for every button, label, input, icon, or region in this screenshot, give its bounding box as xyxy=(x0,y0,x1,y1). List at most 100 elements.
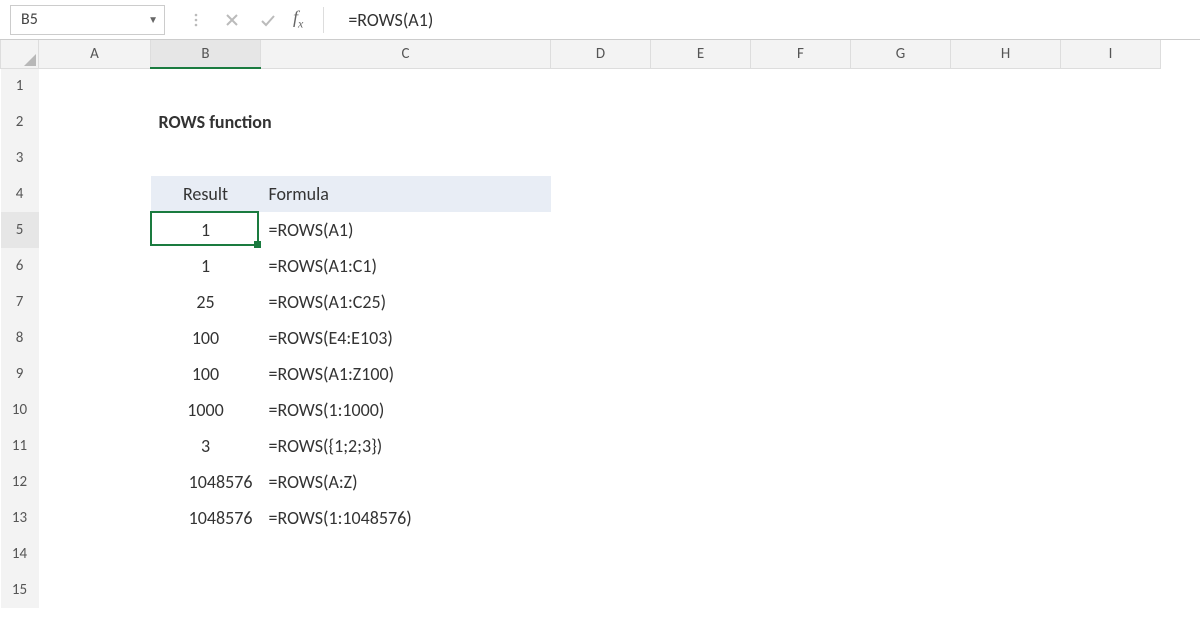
cell[interactable] xyxy=(951,536,1061,572)
cell[interactable] xyxy=(551,572,651,608)
cell[interactable] xyxy=(951,464,1061,500)
cell-C7[interactable]: =ROWS(A1:C25) xyxy=(261,284,551,320)
cell[interactable] xyxy=(551,500,651,536)
name-box[interactable]: B5 ▼ xyxy=(10,5,165,35)
cell[interactable] xyxy=(151,572,261,608)
cell-B6[interactable]: 1 xyxy=(151,248,261,284)
cell[interactable] xyxy=(651,464,751,500)
cell[interactable] xyxy=(1061,392,1161,428)
cell[interactable] xyxy=(1061,140,1161,176)
cell[interactable] xyxy=(851,464,951,500)
cell[interactable] xyxy=(951,140,1061,176)
cell-C6[interactable]: =ROWS(A1:C1) xyxy=(261,248,551,284)
cancel-icon[interactable] xyxy=(221,9,243,31)
cell[interactable] xyxy=(551,212,651,248)
enter-icon[interactable] xyxy=(257,9,279,31)
cell[interactable] xyxy=(261,68,551,104)
cell[interactable] xyxy=(151,536,261,572)
row-header[interactable]: 12 xyxy=(1,464,39,500)
cell[interactable] xyxy=(651,428,751,464)
cell[interactable] xyxy=(1061,248,1161,284)
cell[interactable] xyxy=(651,140,751,176)
cell[interactable] xyxy=(751,212,851,248)
row-header[interactable]: 7 xyxy=(1,284,39,320)
cell[interactable] xyxy=(851,140,951,176)
cell[interactable] xyxy=(551,284,651,320)
cell[interactable] xyxy=(951,104,1061,140)
cell[interactable] xyxy=(851,572,951,608)
cell[interactable] xyxy=(1061,572,1161,608)
cell[interactable] xyxy=(39,140,151,176)
cell[interactable] xyxy=(39,356,151,392)
cell-B10[interactable]: 1000 xyxy=(151,392,261,428)
cell-C12[interactable]: =ROWS(A:Z) xyxy=(261,464,551,500)
cell[interactable] xyxy=(1061,176,1161,212)
cell[interactable] xyxy=(651,284,751,320)
cell-B13[interactable]: 1048576 xyxy=(151,500,261,536)
col-header-B[interactable]: B xyxy=(151,40,261,68)
cell[interactable] xyxy=(39,392,151,428)
cell[interactable] xyxy=(151,140,261,176)
cell[interactable] xyxy=(951,284,1061,320)
cell[interactable] xyxy=(39,284,151,320)
cell[interactable] xyxy=(39,536,151,572)
cell[interactable] xyxy=(851,536,951,572)
col-header-C[interactable]: C xyxy=(261,40,551,68)
cell[interactable] xyxy=(851,104,951,140)
cell[interactable] xyxy=(751,140,851,176)
cell[interactable] xyxy=(851,428,951,464)
cell[interactable] xyxy=(751,356,851,392)
col-header-F[interactable]: F xyxy=(751,40,851,68)
cell[interactable] xyxy=(39,428,151,464)
spreadsheet-area[interactable]: A B C D E F G H I 1 2 ROWS function 3 4 … xyxy=(0,40,1200,608)
cell-B9[interactable]: 100 xyxy=(151,356,261,392)
cell[interactable] xyxy=(751,248,851,284)
cell[interactable] xyxy=(651,176,751,212)
cell[interactable] xyxy=(261,536,551,572)
fx-icon[interactable]: fx xyxy=(293,7,303,32)
row-header[interactable]: 15 xyxy=(1,572,39,608)
cell-B8[interactable]: 100 xyxy=(151,320,261,356)
cell[interactable] xyxy=(651,68,751,104)
cell[interactable] xyxy=(651,104,751,140)
cell[interactable] xyxy=(951,320,1061,356)
col-header-I[interactable]: I xyxy=(1061,40,1161,68)
col-header-G[interactable]: G xyxy=(851,40,951,68)
cell[interactable] xyxy=(39,464,151,500)
cell[interactable] xyxy=(851,248,951,284)
cell[interactable] xyxy=(651,212,751,248)
cell[interactable] xyxy=(851,212,951,248)
row-header[interactable]: 3 xyxy=(1,140,39,176)
cell[interactable] xyxy=(551,248,651,284)
cell[interactable] xyxy=(751,572,851,608)
cell[interactable] xyxy=(651,500,751,536)
row-header[interactable]: 14 xyxy=(1,536,39,572)
cell[interactable] xyxy=(39,320,151,356)
cell[interactable] xyxy=(551,68,651,104)
cell[interactable] xyxy=(651,536,751,572)
cell[interactable] xyxy=(951,248,1061,284)
cell[interactable] xyxy=(851,284,951,320)
dropdown-icon[interactable]: ▼ xyxy=(148,13,158,26)
cell-B11[interactable]: 3 xyxy=(151,428,261,464)
cell[interactable] xyxy=(39,572,151,608)
cell[interactable] xyxy=(951,68,1061,104)
col-header-D[interactable]: D xyxy=(551,40,651,68)
cell[interactable] xyxy=(39,176,151,212)
row-header[interactable]: 8 xyxy=(1,320,39,356)
cell[interactable] xyxy=(951,176,1061,212)
cell[interactable] xyxy=(951,428,1061,464)
cell[interactable] xyxy=(751,464,851,500)
cell[interactable] xyxy=(851,320,951,356)
cell[interactable] xyxy=(1061,500,1161,536)
cell[interactable] xyxy=(951,500,1061,536)
cell[interactable] xyxy=(751,176,851,212)
select-all-corner[interactable] xyxy=(1,40,39,68)
cell[interactable] xyxy=(851,500,951,536)
cell[interactable] xyxy=(851,176,951,212)
cell[interactable] xyxy=(1061,356,1161,392)
cell[interactable] xyxy=(261,140,551,176)
cell[interactable] xyxy=(1061,428,1161,464)
row-header[interactable]: 4 xyxy=(1,176,39,212)
row-header[interactable]: 10 xyxy=(1,392,39,428)
